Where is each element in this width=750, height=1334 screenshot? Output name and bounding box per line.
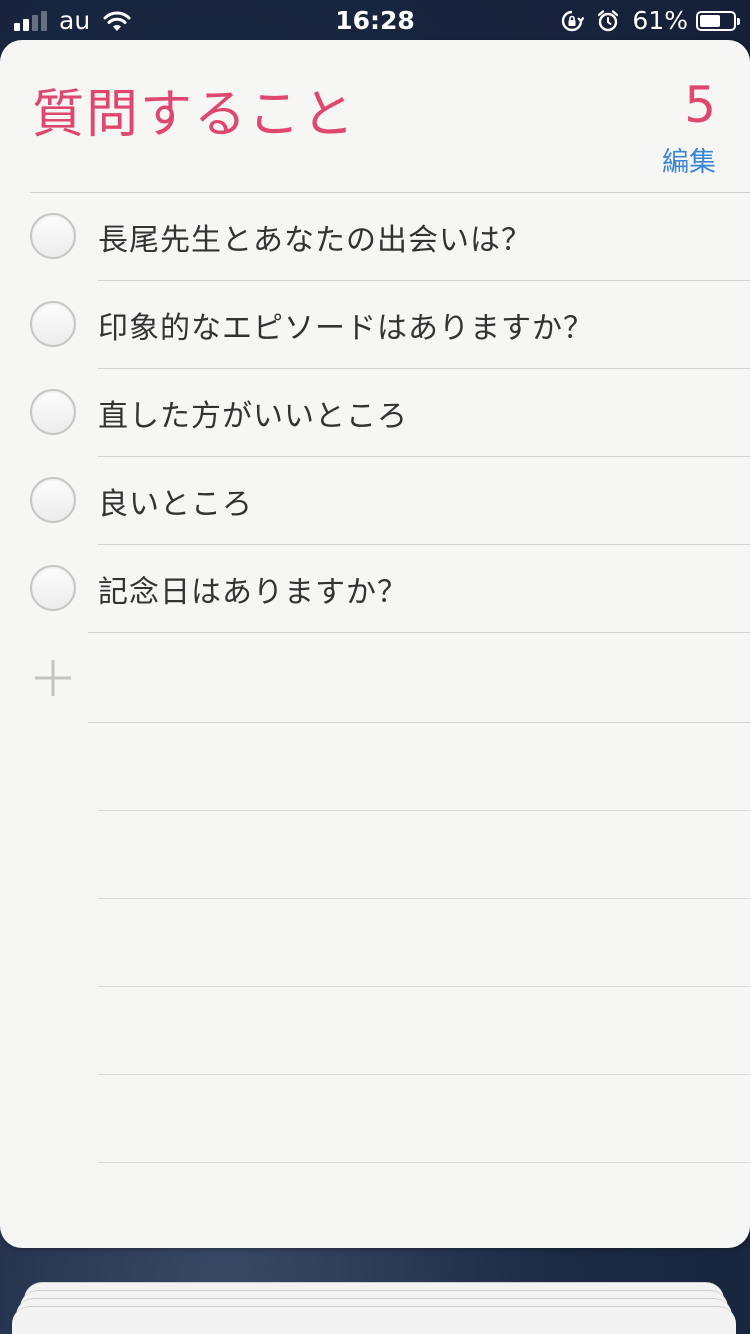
reminder-item[interactable]: 記念日はありますか？ [0,545,750,633]
plus-icon[interactable] [33,658,73,698]
battery-terminal [737,17,740,25]
empty-row[interactable] [0,1075,750,1163]
reminder-item[interactable]: 良いところ [0,457,750,545]
reminder-item[interactable]: 長尾先生とあなたの出会いは？ [0,193,750,281]
complete-checkbox[interactable] [30,477,76,523]
empty-row[interactable] [0,899,750,987]
battery-level [700,14,720,27]
collapsed-lists-stack[interactable] [0,1278,750,1334]
empty-row[interactable] [0,723,750,811]
collapsed-list-card[interactable] [12,1306,736,1334]
reminder-items: 長尾先生とあなたの出会いは？ 印象的なエピソードはありますか？ 直した方がいいと… [0,193,750,1163]
status-bar-right: 61% [560,6,740,35]
reminder-text[interactable]: 記念日はありますか？ [98,567,408,611]
reminder-count: 5 [684,76,716,134]
row-divider [98,1162,750,1163]
reminder-text[interactable]: 印象的なエピソードはありますか？ [98,303,594,347]
empty-row[interactable] [0,987,750,1075]
battery-icon [696,10,740,31]
battery-percentage: 61% [632,6,688,35]
list-title: 質問すること [32,85,357,145]
reminder-item[interactable]: 印象的なエピソードはありますか？ [0,281,750,369]
status-bar: au 16:28 61% [0,0,750,40]
rotation-lock-icon [562,10,585,31]
alarm-icon [598,9,619,31]
complete-checkbox[interactable] [30,301,76,347]
reminders-list-card: 質問すること 5 編集 長尾先生とあなたの出会いは？ 印象的なエピソードはありま… [0,40,750,1248]
empty-row[interactable] [0,811,750,899]
reminder-text[interactable]: 長尾先生とあなたの出会いは？ [98,215,532,259]
reminder-text[interactable]: 良いところ [98,479,253,523]
complete-checkbox[interactable] [30,389,76,435]
reminder-item[interactable]: 直した方がいいところ [0,369,750,457]
complete-checkbox[interactable] [30,565,76,611]
add-reminder-row[interactable] [0,633,750,723]
reminder-text[interactable]: 直した方がいいところ [98,391,408,435]
complete-checkbox[interactable] [30,213,76,259]
edit-button[interactable]: 編集 [662,140,716,179]
